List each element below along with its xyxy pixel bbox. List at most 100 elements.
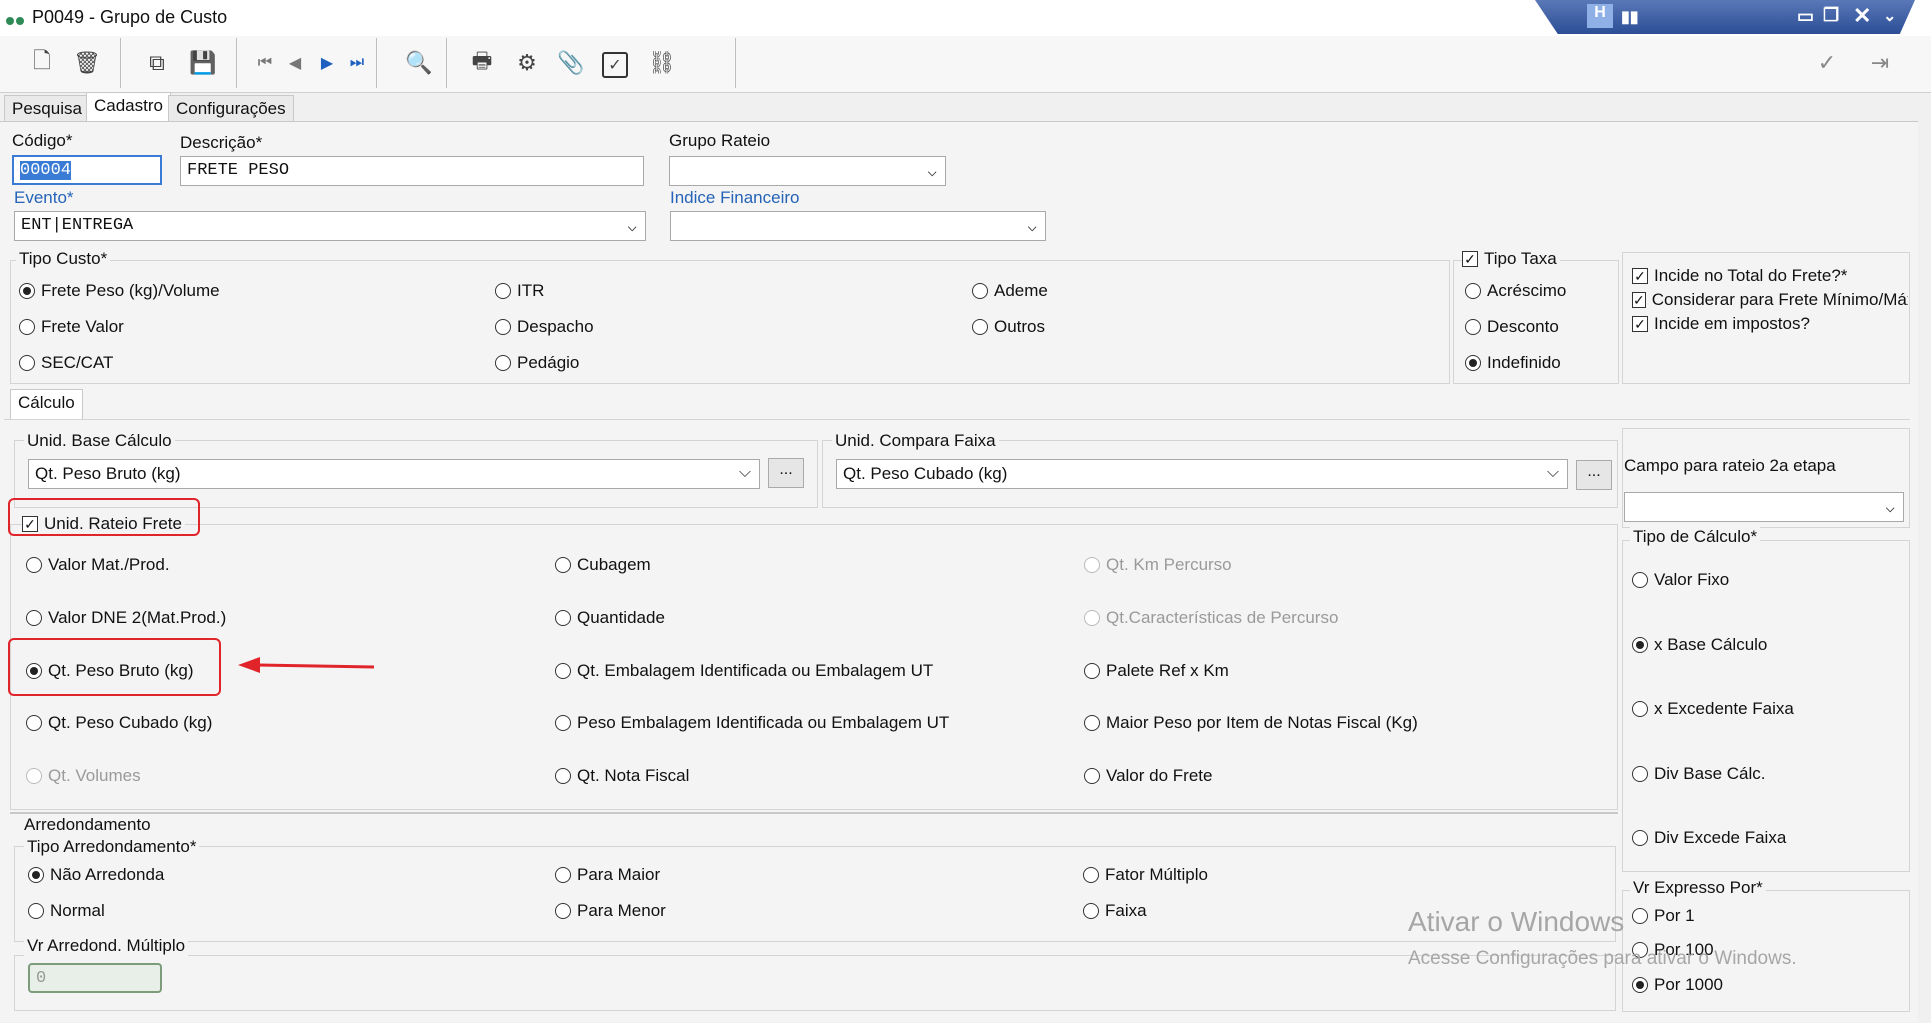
unid-rateio-option[interactable]: Cubagem xyxy=(555,555,651,575)
tipo-taxa-option[interactable]: Indefinido xyxy=(1465,353,1561,373)
campo-rateio-select[interactable]: ⌵ xyxy=(1624,492,1904,522)
delete-icon[interactable]: 🗑 xyxy=(72,48,102,78)
radio xyxy=(19,319,35,335)
radio xyxy=(555,610,571,626)
tipo-calculo-option[interactable]: Valor Fixo xyxy=(1632,570,1729,590)
tipo-taxa-checkbox[interactable]: ✓ Tipo Taxa xyxy=(1462,249,1560,269)
tipo-taxa-legend: Tipo Taxa xyxy=(1484,249,1557,268)
vr-expresso-option[interactable]: Por 1000 xyxy=(1632,975,1723,995)
minimize-icon[interactable]: ▭ xyxy=(1797,6,1814,27)
exit-icon[interactable]: ⇥ xyxy=(1865,48,1895,78)
unid-rateio-option[interactable]: Qt. Km Percurso xyxy=(1084,555,1232,575)
flag-label: Incide em impostos? xyxy=(1654,314,1810,333)
tab-divider xyxy=(4,419,1910,420)
arredondamento-option[interactable]: Normal xyxy=(28,901,105,921)
arredondamento-option[interactable]: Fator Múltiplo xyxy=(1083,865,1208,885)
tab-cadastro[interactable]: Cadastro xyxy=(86,92,171,123)
tipo-custo-option[interactable]: Pedágio xyxy=(495,353,579,373)
unid-compara-lookup-button[interactable]: ... xyxy=(1576,460,1612,490)
grupo-rateio-label: Grupo Rateio xyxy=(669,131,771,150)
unid-rateio-option[interactable]: Maior Peso por Item de Notas Fiscal (Kg) xyxy=(1084,713,1418,733)
tipo-custo-option[interactable]: Frete Valor xyxy=(19,317,124,337)
tipo-calculo-option[interactable]: x Excedente Faixa xyxy=(1632,699,1794,719)
unid-rateio-option[interactable]: Quantidade xyxy=(555,608,665,628)
evento-select[interactable]: ENT|ENTREGA ⌵ xyxy=(14,211,646,241)
tipo-calculo-legend: Tipo de Cálculo* xyxy=(1630,527,1761,547)
unid-base-legend: Unid. Base Cálculo xyxy=(24,431,175,451)
window-controls: H ▮▮ ▭ ❐ ✕ ⌄ xyxy=(1535,0,1915,34)
arredondamento-option[interactable]: Faixa xyxy=(1083,901,1147,921)
last-record-icon[interactable]: ⏭ xyxy=(342,48,372,78)
grupo-rateio-select[interactable]: ⌵ xyxy=(669,156,946,186)
option-label: Valor Mat./Prod. xyxy=(48,555,170,574)
unid-rateio-option[interactable]: Valor do Frete xyxy=(1084,766,1212,786)
tipo-calculo-option[interactable]: x Base Cálculo xyxy=(1632,635,1767,655)
unid-rateio-option[interactable]: Qt. Peso Cubado (kg) xyxy=(26,713,212,733)
tipo-taxa-option[interactable]: Desconto xyxy=(1465,317,1559,337)
descricao-field[interactable]: FRETE PESO xyxy=(180,156,644,186)
tipo-custo-option[interactable]: ITR xyxy=(495,281,544,301)
print-icon[interactable]: 🖶 xyxy=(467,48,497,78)
indice-financeiro-select[interactable]: ⌵ xyxy=(670,211,1046,241)
unid-base-lookup-button[interactable]: ... xyxy=(768,458,804,488)
unid-rateio-option[interactable]: Palete Ref x Km xyxy=(1084,661,1229,681)
tipo-calculo-option[interactable]: Div Base Cálc. xyxy=(1632,764,1765,784)
close-icon[interactable]: ✕ xyxy=(1853,3,1871,29)
unid-rateio-option[interactable]: Qt. Nota Fiscal xyxy=(555,766,689,786)
toolbar-separator xyxy=(120,38,121,88)
campo-rateio-label: Campo para rateio 2a etapa xyxy=(1624,456,1836,475)
tipo-calculo-option[interactable]: Div Excede Faixa xyxy=(1632,828,1786,848)
dropdown-icon[interactable]: ⌄ xyxy=(1883,6,1896,26)
gear-icon[interactable]: ⚙ xyxy=(512,48,542,78)
tipo-custo-option[interactable]: Outros xyxy=(972,317,1045,337)
confirm-icon[interactable]: ✓ xyxy=(1812,48,1842,78)
arredondamento-option[interactable]: Não Arredonda xyxy=(28,865,164,885)
unid-rateio-option[interactable]: Peso Embalagem Identificada ou Embalagem… xyxy=(555,713,949,733)
vr-arredond-label: Vr Arredond. Múltiplo xyxy=(24,936,189,956)
radio xyxy=(1632,830,1648,846)
next-record-icon[interactable]: ▶ xyxy=(312,48,342,78)
new-document-icon[interactable]: 🗋 xyxy=(27,48,57,78)
arredondamento-option[interactable]: Para Menor xyxy=(555,901,666,921)
unid-rateio-option[interactable]: Valor DNE 2(Mat.Prod.) xyxy=(26,608,226,628)
option-label: Faixa xyxy=(1105,901,1147,920)
radio xyxy=(26,610,42,626)
save-icon[interactable]: 💾 xyxy=(188,48,218,78)
radio xyxy=(1083,903,1099,919)
tipo-custo-option[interactable]: Despacho xyxy=(495,317,594,337)
unid-compara-select[interactable]: Qt. Peso Cubado (kg) ⌵ xyxy=(836,459,1568,489)
tab-pesquisa[interactable]: Pesquisa xyxy=(4,95,90,122)
radio xyxy=(1083,867,1099,883)
tab-configuracoes[interactable]: Configurações xyxy=(168,95,294,122)
tab-calculo[interactable]: Cálculo xyxy=(10,389,83,420)
checkbox-checked: ✓ xyxy=(1462,251,1478,267)
option-label: Quantidade xyxy=(577,608,665,627)
arredondamento-option[interactable]: Para Maior xyxy=(555,865,660,885)
unid-base-select[interactable]: Qt. Peso Bruto (kg) ⌵ xyxy=(28,459,760,489)
vr-arredond-field[interactable]: 0 xyxy=(28,963,162,993)
tipo-custo-option[interactable]: Frete Peso (kg)/Volume xyxy=(19,281,220,301)
first-record-icon[interactable]: ⏮ xyxy=(250,48,280,78)
incide-total-checkbox[interactable]: ✓ Incide no Total do Frete?* xyxy=(1632,266,1847,286)
attachment-icon[interactable]: 📎 xyxy=(556,48,586,78)
search-record-icon[interactable]: 🔍 xyxy=(404,48,434,78)
radio-selected xyxy=(1632,637,1648,653)
radio-selected xyxy=(1465,355,1481,371)
copy-icon[interactable]: ⧉ xyxy=(142,48,172,78)
tipo-custo-option[interactable]: Ademe xyxy=(972,281,1048,301)
link-icon[interactable]: ⛓ xyxy=(647,48,677,78)
unid-rateio-option[interactable]: Valor Mat./Prod. xyxy=(26,555,170,575)
option-label: Valor do Frete xyxy=(1106,766,1213,785)
vr-expresso-option[interactable]: Por 1 xyxy=(1632,906,1695,926)
codigo-field[interactable]: 00004 xyxy=(12,155,162,185)
approve-icon[interactable]: ✓ xyxy=(602,52,628,78)
unid-rateio-option[interactable]: Qt. Volumes xyxy=(26,766,141,786)
frete-minimo-checkbox[interactable]: ✓ Considerar para Frete Mínimo/Máxir xyxy=(1632,290,1908,310)
tipo-taxa-option[interactable]: Acréscimo xyxy=(1465,281,1566,301)
unid-rateio-option[interactable]: Qt.Características de Percurso xyxy=(1084,608,1338,628)
incide-impostos-checkbox[interactable]: ✓ Incide em impostos? xyxy=(1632,314,1810,334)
tipo-custo-option[interactable]: SEC/CAT xyxy=(19,353,113,373)
unid-rateio-option[interactable]: Qt. Embalagem Identificada ou Embalagem … xyxy=(555,661,933,681)
restore-icon[interactable]: ❐ xyxy=(1823,5,1839,26)
previous-record-icon[interactable]: ◀ xyxy=(280,48,310,78)
